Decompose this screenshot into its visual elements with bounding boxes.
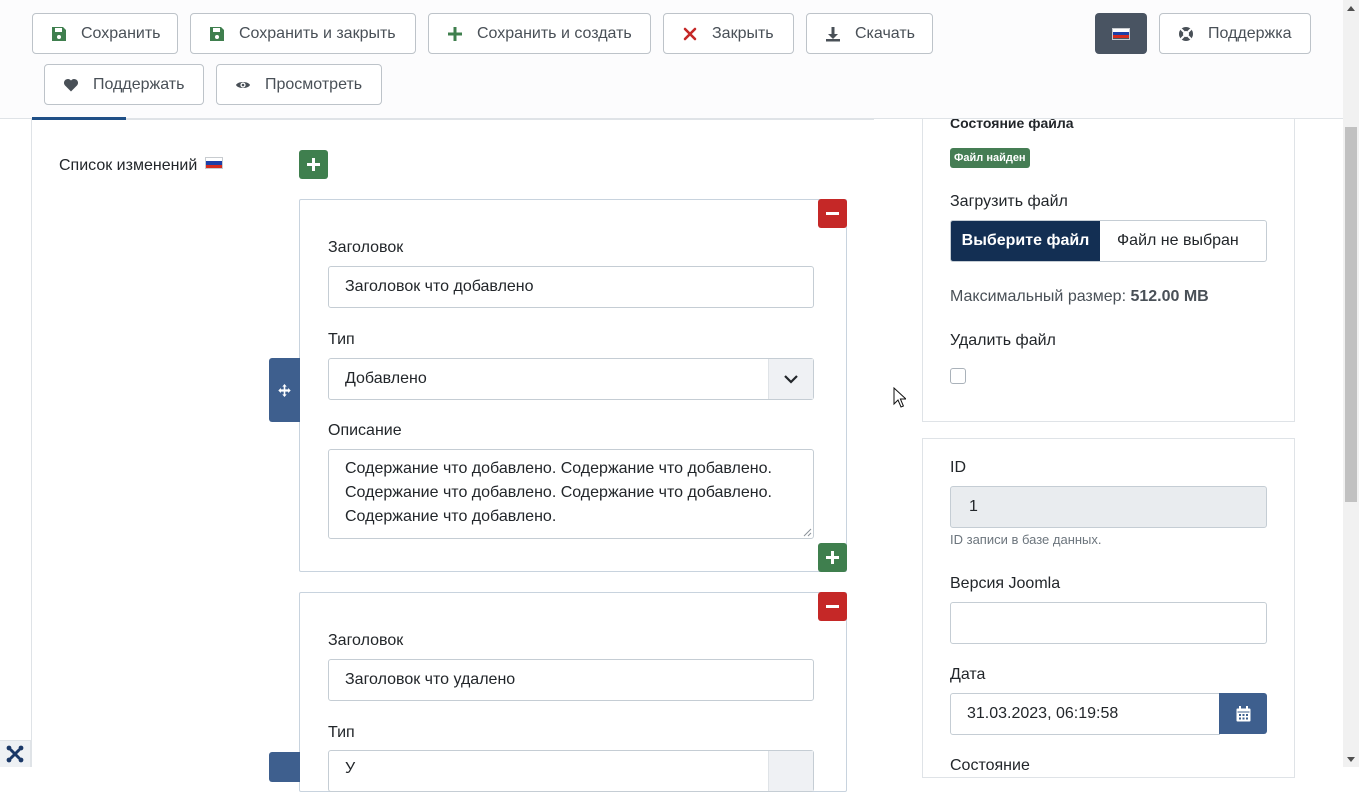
donate-button-label: Поддержать	[93, 75, 185, 93]
calendar-button[interactable]	[1219, 693, 1267, 734]
resize-grip-icon[interactable]	[803, 528, 812, 537]
preview-button-label: Просмотреть	[265, 75, 363, 93]
save-button-label: Сохранить	[81, 24, 161, 42]
minus-icon	[826, 212, 839, 215]
id-field: 1	[950, 486, 1267, 528]
active-tab-indicator[interactable]	[32, 117, 126, 120]
save-and-close-label: Сохранить и закрыть	[239, 24, 396, 42]
content-border	[31, 119, 32, 767]
date-label: Дата	[950, 666, 986, 683]
close-button[interactable]: Закрыть	[663, 13, 794, 54]
item-type-label: Тип	[328, 331, 355, 348]
calendar-icon	[1236, 705, 1250, 721]
save-and-new-button[interactable]: Сохранить и создать	[428, 13, 651, 54]
heart-icon	[63, 77, 79, 93]
scroll-up-arrow-icon[interactable]	[1346, 4, 1356, 12]
description-line: Содержание что добавлено.	[345, 508, 557, 525]
date-value: 31.03.2023, 06:19:58	[967, 705, 1119, 722]
drag-handle[interactable]	[269, 752, 300, 782]
add-changelog-item-button[interactable]	[299, 150, 328, 179]
eye-icon	[235, 77, 251, 93]
max-size-value: 512.00 MB	[1130, 288, 1209, 305]
max-size-text: Максимальный размер: 512.00 MB	[950, 288, 1209, 306]
changelog-field-label: Список изменений	[59, 157, 224, 175]
joomla-logo-icon[interactable]	[0, 740, 31, 767]
download-button[interactable]: Скачать	[806, 13, 933, 54]
minus-icon	[826, 605, 839, 608]
max-size-label: Максимальный размер:	[950, 288, 1127, 305]
remove-changelog-item-button[interactable]	[818, 592, 847, 621]
russian-flag-icon	[205, 157, 224, 169]
date-input[interactable]: 31.03.2023, 06:19:58	[950, 693, 1220, 735]
scroll-down-arrow-icon[interactable]	[1346, 755, 1356, 763]
item-title-value: Заголовок что добавлено	[345, 278, 534, 295]
file-status-badge: Файл найден	[950, 148, 1030, 168]
item-title-input[interactable]: Заголовок что добавлено	[328, 266, 814, 308]
id-label: ID	[950, 459, 966, 476]
support-button[interactable]: Поддержка	[1159, 13, 1311, 54]
item-title-input[interactable]: Заголовок что удалено	[328, 659, 814, 701]
plus-icon	[447, 26, 463, 42]
id-hint: ID записи в базе данных.	[950, 532, 1102, 547]
item-description-label: Описание	[328, 422, 402, 439]
description-line: Содержание что добавлено. Содержание что…	[345, 460, 772, 477]
close-button-label: Закрыть	[712, 24, 774, 42]
donate-button[interactable]: Поддержать	[44, 64, 204, 105]
delete-file-checkbox[interactable]	[950, 368, 966, 384]
item-type-value: Добавлено	[345, 370, 427, 387]
chevron-down-icon	[768, 359, 813, 399]
description-line: Содержание что добавлено. Содержание что…	[345, 484, 772, 501]
item-title-label: Заголовок	[328, 632, 404, 649]
scrollbar-thumb[interactable]	[1345, 127, 1357, 502]
lifebuoy-icon	[1178, 26, 1194, 42]
changelog-label-text: Список изменений	[59, 157, 198, 174]
drag-handle[interactable]	[269, 358, 300, 422]
item-type-label: Тип	[328, 724, 355, 741]
download-button-label: Скачать	[855, 24, 915, 42]
preview-button[interactable]: Просмотреть	[216, 64, 382, 105]
joomla-version-label: Версия Joomla	[950, 575, 1061, 592]
upload-file-label: Загрузить файл	[950, 193, 1068, 210]
choose-file-button[interactable]: Выберите файл	[951, 221, 1100, 261]
support-button-label: Поддержка	[1208, 24, 1292, 42]
close-icon	[682, 26, 698, 42]
id-value: 1	[969, 498, 978, 515]
plus-icon	[307, 158, 320, 171]
add-item-after-button[interactable]	[818, 543, 847, 572]
tabs-divider	[32, 119, 874, 120]
delete-file-label: Удалить файл	[950, 332, 1056, 349]
item-type-select[interactable]: Добавлено	[328, 358, 814, 400]
item-description-textarea[interactable]: Содержание что добавлено. Содержание что…	[328, 449, 814, 539]
floppy-disk-icon	[51, 26, 67, 42]
mouse-cursor-icon	[893, 386, 908, 413]
remove-changelog-item-button[interactable]	[818, 199, 847, 228]
save-and-new-label: Сохранить и создать	[477, 24, 632, 42]
language-switcher-button[interactable]	[1095, 13, 1147, 54]
item-type-select[interactable]: У	[328, 750, 814, 792]
chevron-down-icon	[768, 751, 813, 791]
save-button[interactable]: Сохранить	[32, 13, 178, 54]
item-title-label: Заголовок	[328, 239, 404, 256]
floppy-disk-icon	[209, 26, 225, 42]
move-arrows-icon	[278, 383, 291, 397]
russian-flag-icon	[1112, 27, 1130, 40]
state-label: Состояние	[950, 757, 1030, 774]
joomla-version-input[interactable]	[950, 602, 1267, 644]
download-icon	[825, 26, 841, 42]
save-and-close-button[interactable]: Сохранить и закрыть	[190, 13, 416, 54]
plus-icon	[826, 551, 839, 564]
no-file-chosen-text: Файл не выбран	[1117, 232, 1239, 249]
toolbar: Сохранить Сохранить и закрыть Сохранить …	[0, 0, 1343, 119]
file-upload-control[interactable]: Выберите файл Файл не выбран	[950, 220, 1267, 262]
item-title-value: Заголовок что удалено	[345, 671, 516, 688]
item-type-value: У	[345, 760, 356, 777]
